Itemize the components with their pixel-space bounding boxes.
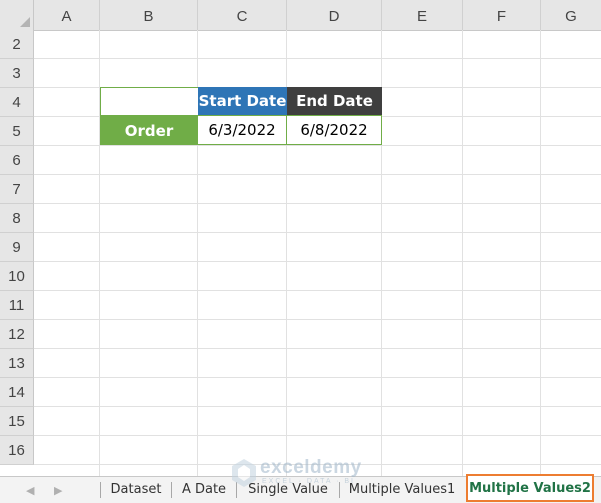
grid-line (34, 58, 601, 59)
grid-line (462, 30, 463, 476)
column-header-f[interactable]: F (463, 0, 541, 30)
grid-line (34, 290, 601, 291)
grid-line (34, 406, 601, 407)
row-header-10[interactable]: 10 (0, 262, 34, 291)
column-header-d[interactable]: D (287, 0, 382, 30)
row-header-16[interactable]: 16 (0, 436, 34, 465)
spreadsheet-grid[interactable]: A B C D E F G 2 3 4 5 6 7 8 9 10 11 12 1… (0, 0, 601, 476)
scroll-tabs-right-icon[interactable]: ▶ (54, 481, 62, 501)
scroll-tabs-left-icon[interactable]: ◀ (26, 481, 34, 501)
grid-line (34, 203, 601, 204)
grid-line (34, 232, 601, 233)
row-header-6[interactable]: 6 (0, 146, 34, 175)
tab-a-date[interactable]: A Date (172, 477, 236, 503)
grid-line (34, 145, 601, 146)
row-header-5[interactable]: 5 (0, 117, 34, 146)
row-header-4[interactable]: 4 (0, 88, 34, 117)
cell-b4[interactable] (100, 87, 198, 116)
row-header-13[interactable]: 13 (0, 349, 34, 378)
grid-line (540, 30, 541, 476)
select-all-corner[interactable] (0, 0, 34, 30)
cell-d4-end-date-header[interactable]: End Date (287, 87, 382, 116)
row-header-2[interactable]: 2 (0, 30, 34, 59)
select-all-triangle-icon (20, 17, 30, 27)
row-header-15[interactable]: 15 (0, 407, 34, 436)
grid-line (34, 261, 601, 262)
cell-b5-order-dates-label[interactable]: Order Dates (100, 116, 198, 169)
grid-line (34, 377, 601, 378)
row-header-14[interactable]: 14 (0, 378, 34, 407)
tab-single-value[interactable]: Single Value (237, 477, 339, 503)
row-header-11[interactable]: 11 (0, 291, 34, 320)
column-header-a[interactable]: A (34, 0, 100, 30)
column-header-c[interactable]: C (198, 0, 287, 30)
grid-line (34, 319, 601, 320)
tab-multiple-values1[interactable]: Multiple Values1 (340, 477, 464, 503)
row-header-8[interactable]: 8 (0, 204, 34, 233)
cell-c5-start-date-value[interactable]: 6/3/2022 (198, 116, 287, 145)
tab-multiple-values2-active[interactable]: Multiple Values2 (466, 474, 594, 502)
row-header-7[interactable]: 7 (0, 175, 34, 204)
column-header-b[interactable]: B (100, 0, 198, 30)
grid-line (34, 348, 601, 349)
grid-line (34, 464, 601, 465)
grid-line (34, 174, 601, 175)
cell-c4-start-date-header[interactable]: Start Date (198, 87, 287, 116)
grid-line (34, 435, 601, 436)
tab-dataset[interactable]: Dataset (101, 477, 171, 503)
column-header-e[interactable]: E (382, 0, 463, 30)
row-header-9[interactable]: 9 (0, 233, 34, 262)
column-header-g[interactable]: G (541, 0, 601, 30)
row-header-3[interactable]: 3 (0, 59, 34, 88)
row-header-12[interactable]: 12 (0, 320, 34, 349)
cell-d5-end-date-value[interactable]: 6/8/2022 (287, 116, 382, 145)
